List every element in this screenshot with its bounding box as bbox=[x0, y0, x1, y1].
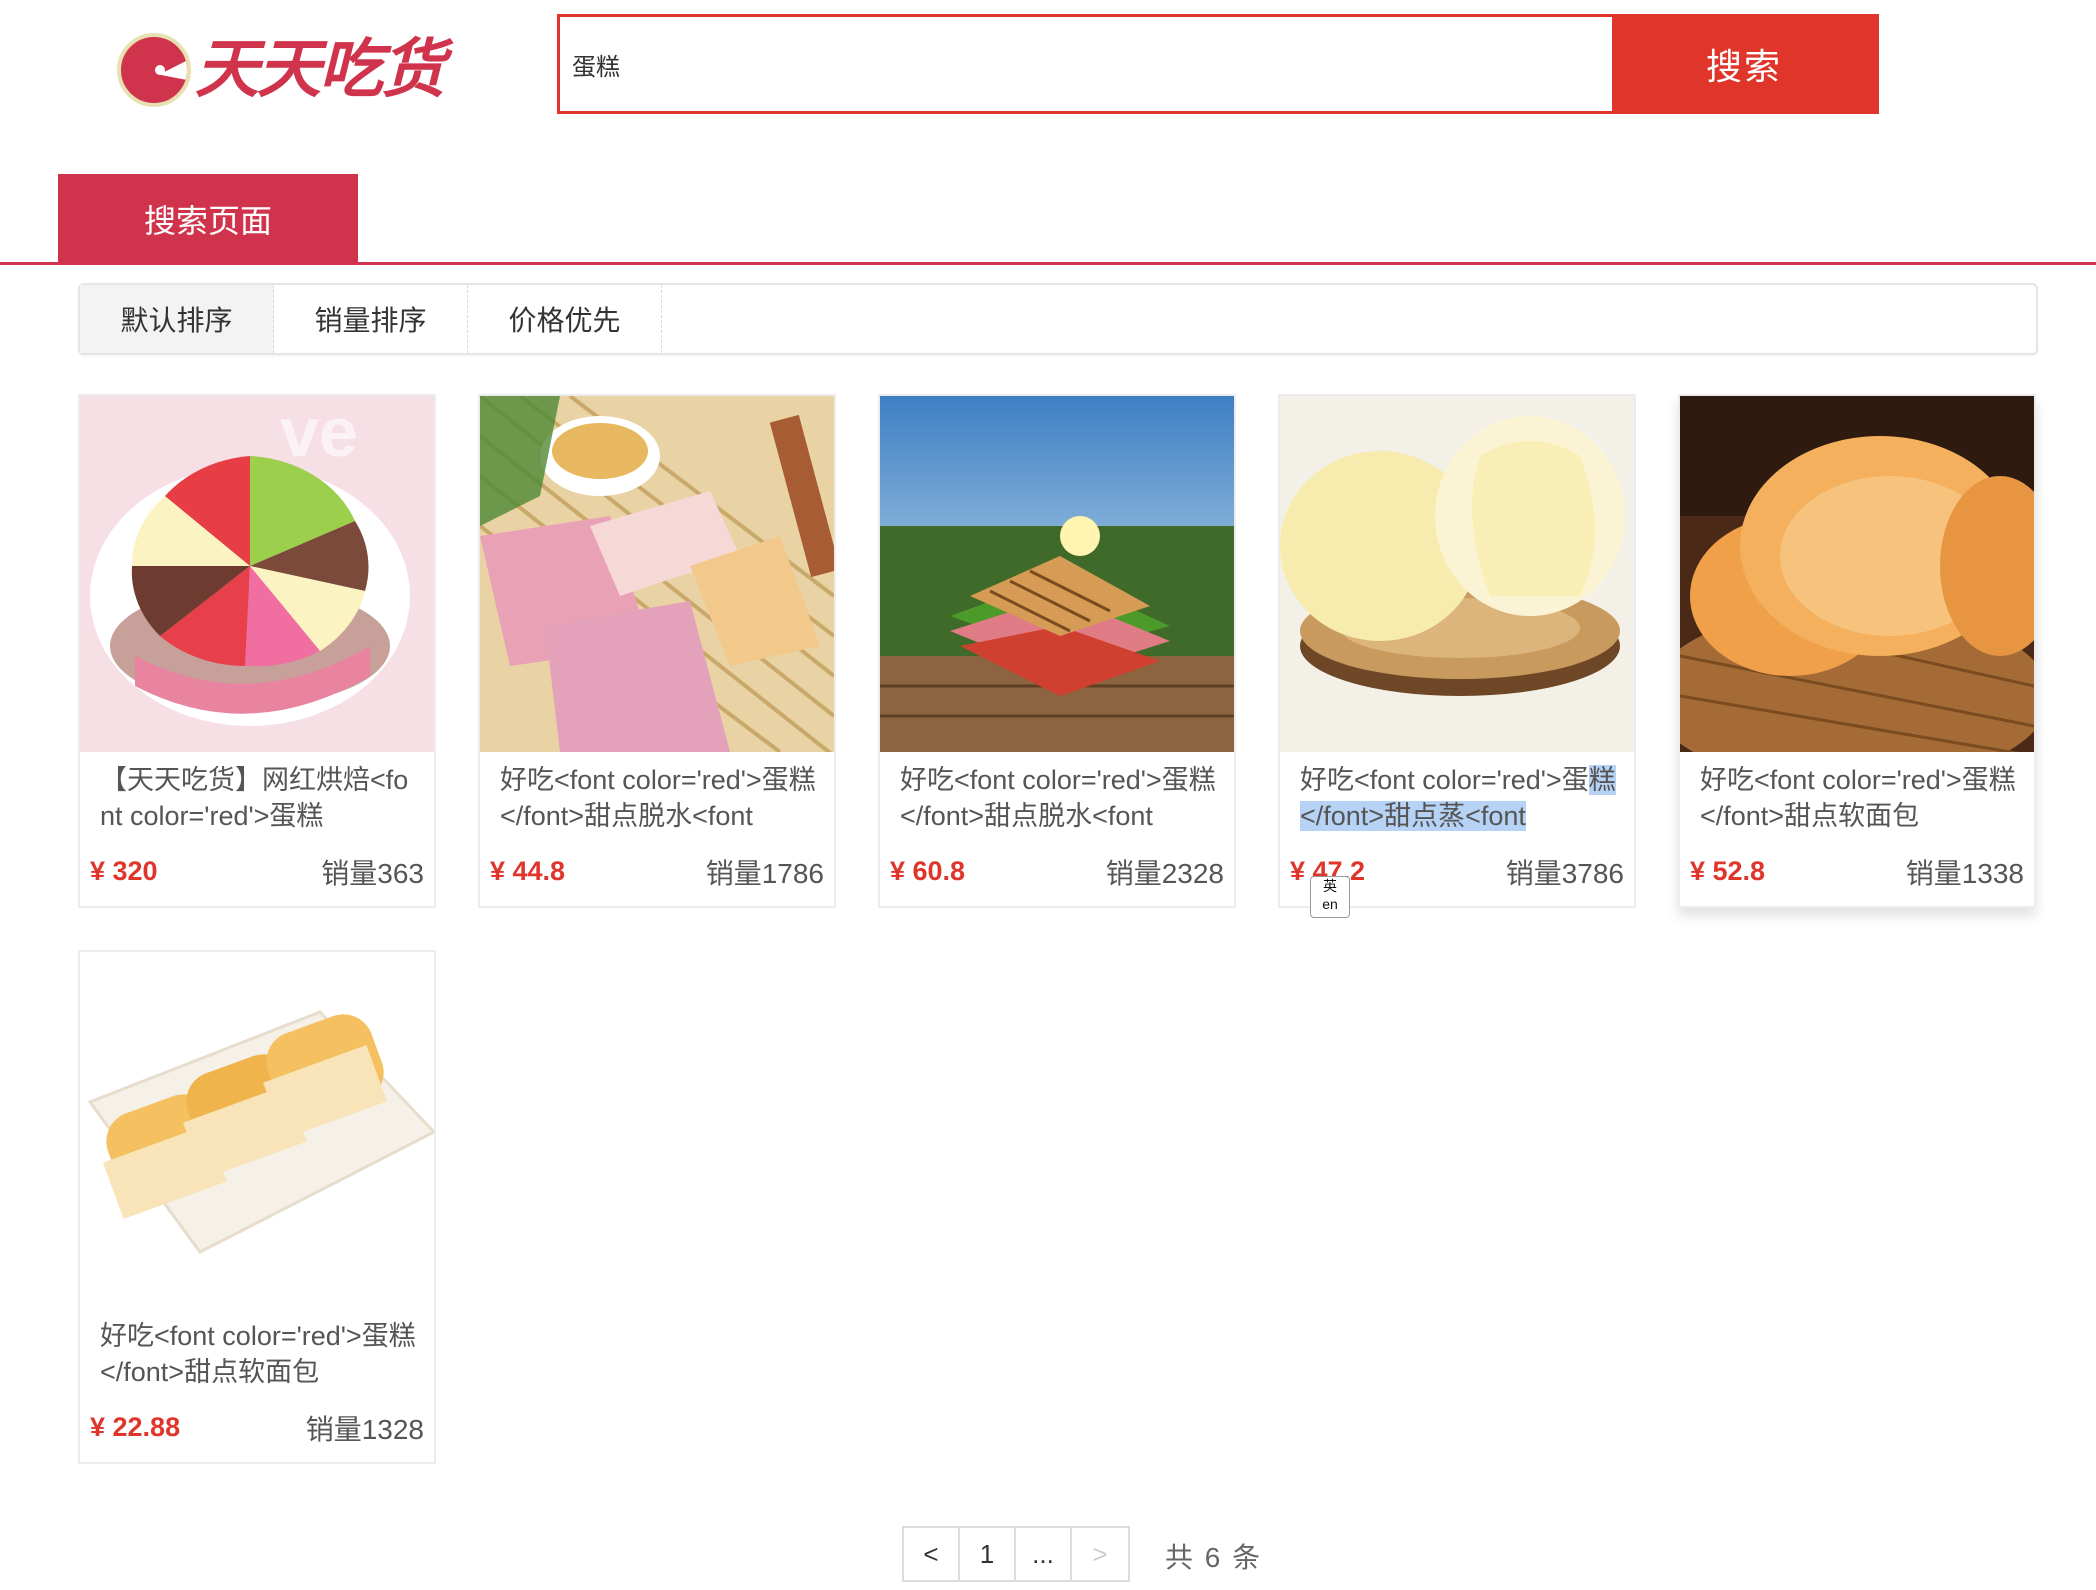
input-method-icon[interactable]: 英 en bbox=[1310, 876, 1350, 918]
product-price: ¥ 52.8 bbox=[1690, 856, 1766, 886]
product-sales: 销量3786 bbox=[1505, 858, 1624, 889]
tab-search-page[interactable]: 搜索页面 bbox=[58, 174, 358, 264]
product-image-sandwich[interactable] bbox=[880, 396, 1234, 752]
sort-bar: 默认排序 销量排序 价格优先 bbox=[78, 283, 2038, 355]
product-sales: 销量363 bbox=[321, 858, 424, 889]
sort-default[interactable]: 默认排序 bbox=[80, 285, 274, 353]
logo-mark-icon bbox=[117, 33, 191, 107]
product-sales: 销量1338 bbox=[1905, 858, 2024, 889]
search-button[interactable]: 搜索 bbox=[1612, 17, 1876, 111]
search-bar: 搜索 bbox=[557, 14, 1879, 114]
product-price: ¥ 22.88 bbox=[90, 1412, 181, 1442]
product-title[interactable]: 好吃<font color='red'>蛋糕</font>甜点软面包 bbox=[100, 1318, 420, 1390]
product-title[interactable]: 好吃<font color='red'>蛋糕</font>甜点蒸<font bbox=[1300, 762, 1620, 834]
product-title[interactable]: 【天天吃货】网红烘焙<font color='red'>蛋糕 bbox=[100, 762, 420, 834]
product-card[interactable]: 好吃<font color='red'>蛋糕</font>甜点脱水<font ¥… bbox=[878, 394, 1236, 908]
pagination-next[interactable]: > bbox=[1072, 1528, 1128, 1580]
logo[interactable]: 天天吃货 bbox=[117, 30, 477, 110]
pagination-page-1[interactable]: 1 bbox=[960, 1528, 1016, 1580]
product-card[interactable]: 好吃<font color='red'>蛋糕</font>甜点软面包 ¥ 52.… bbox=[1678, 394, 2036, 908]
product-title-line1: 好吃<font color='red'>蛋 bbox=[1300, 765, 1589, 795]
product-image-steamed-cake[interactable] bbox=[1280, 396, 1634, 752]
tab-underline bbox=[0, 262, 2096, 265]
sort-by-sales[interactable]: 销量排序 bbox=[274, 285, 468, 353]
ime-label-top: 英 bbox=[1323, 878, 1337, 894]
product-title[interactable]: 好吃<font color='red'>蛋糕</font>甜点脱水<font bbox=[500, 762, 820, 834]
product-title[interactable]: 好吃<font color='red'>蛋糕</font>甜点软面包 bbox=[1700, 762, 2020, 834]
product-price: ¥ 44.8 bbox=[490, 856, 566, 886]
product-card[interactable]: 好吃<font color='red'>蛋糕</font>甜点软面包 ¥ 22.… bbox=[78, 950, 436, 1464]
ime-label-bottom: en bbox=[1322, 896, 1338, 912]
product-card[interactable]: 好吃<font color='red'>蛋糕</font>甜点脱水<font ¥… bbox=[478, 394, 836, 908]
pagination: < 1 ... > bbox=[902, 1526, 1130, 1582]
product-price: ¥ 60.8 bbox=[890, 856, 966, 886]
product-price: ¥ 320 bbox=[90, 856, 158, 886]
pagination-prev[interactable]: < bbox=[904, 1528, 960, 1580]
search-input[interactable] bbox=[560, 17, 1612, 111]
logo-text: 天天吃货 bbox=[195, 32, 445, 107]
svg-text:ve: ve bbox=[280, 396, 358, 471]
pagination-total: 共 6 条 bbox=[1165, 1542, 1263, 1573]
product-image-rainbow-cake[interactable]: ve bbox=[80, 396, 434, 752]
sort-by-price[interactable]: 价格优先 bbox=[468, 285, 662, 353]
product-image-sponge-cake[interactable] bbox=[480, 396, 834, 752]
pagination-ellipsis[interactable]: ... bbox=[1016, 1528, 1072, 1580]
product-card[interactable]: 好吃<font color='red'>蛋糕</font>甜点蒸<font ¥ … bbox=[1278, 394, 1636, 908]
product-title[interactable]: 好吃<font color='red'>蛋糕</font>甜点脱水<font bbox=[900, 762, 1220, 834]
product-sales: 销量1328 bbox=[305, 1414, 424, 1445]
product-sales: 销量2328 bbox=[1105, 858, 1224, 889]
product-sales: 销量1786 bbox=[705, 858, 824, 889]
product-image-pastry[interactable] bbox=[1680, 396, 2034, 752]
product-image-sponge-loaves[interactable] bbox=[80, 952, 434, 1308]
product-card[interactable]: ve 【天天吃货】网红烘焙<font color='red'>蛋糕 ¥ 320 … bbox=[78, 394, 436, 908]
